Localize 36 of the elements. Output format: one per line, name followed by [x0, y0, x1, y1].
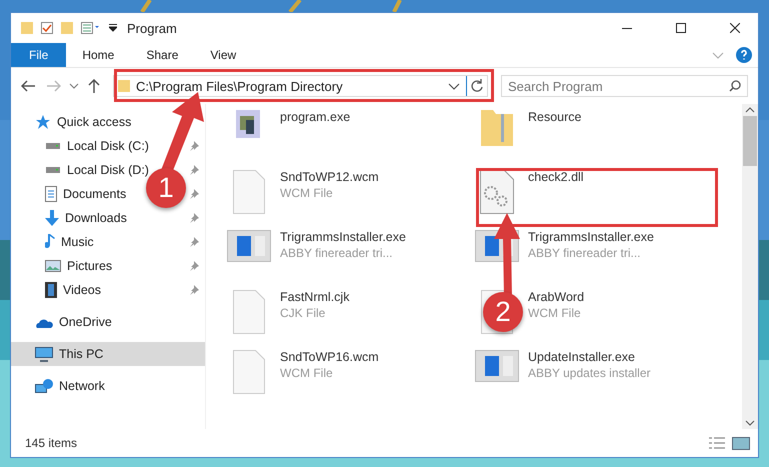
sidebar-item[interactable]: Network — [35, 379, 105, 393]
ribbon-tab[interactable]: View — [194, 43, 252, 67]
file-type: ABBY finereader tri... — [280, 246, 394, 260]
search-field[interactable]: Search Program — [501, 75, 748, 97]
ribbon-tab[interactable]: Home — [66, 43, 130, 67]
sidebar-item[interactable]: Videos — [45, 282, 101, 298]
ribbon-tab[interactable]: File — [11, 43, 66, 67]
sidebar-item[interactable]: Music — [45, 234, 94, 250]
sidebar-item[interactable]: Pictures — [45, 259, 112, 273]
file-name[interactable]: ArabWord — [528, 290, 584, 304]
file-name[interactable]: Resource — [528, 110, 582, 124]
file-name[interactable]: check2.dll — [528, 170, 584, 184]
file-type: WCM File — [528, 306, 582, 320]
sidebar-item[interactable]: Quick access — [35, 114, 132, 130]
file-name[interactable]: UpdateInstaller.exe — [528, 350, 651, 364]
file-type: WCM File — [280, 186, 334, 200]
file-name[interactable]: SndToWP12.wcm — [280, 170, 379, 184]
file-name[interactable]: TrigrammsInstaller.exe — [528, 230, 654, 244]
file-name[interactable]: TrigrammsInstaller.exe — [280, 230, 406, 244]
file-name[interactable]: program.exe — [280, 110, 350, 124]
file-type: ABBY finereader tri... — [528, 246, 642, 260]
ribbon-tab[interactable]: Share — [130, 43, 194, 67]
file-name[interactable]: SndToWP16.wcm — [280, 350, 379, 364]
sidebar-item[interactable]: This PC — [35, 346, 104, 362]
window-title: Program — [127, 20, 178, 36]
file-name[interactable]: FastNrml.cjk — [280, 290, 350, 304]
sidebar-item[interactable]: Local Disk (C:) — [45, 139, 149, 153]
file-type: CJK File — [280, 306, 326, 320]
file-type: WCM File — [280, 366, 334, 380]
address-bar[interactable]: C:\Program Files\Program Directory — [113, 75, 488, 97]
sidebar-item[interactable]: Downloads — [45, 210, 127, 226]
sidebar-item[interactable]: OneDrive — [35, 315, 112, 329]
item-count: 145 items — [25, 436, 78, 450]
sidebar-item[interactable]: Local Disk (D:) — [45, 163, 149, 177]
sidebar-item[interactable]: Documents — [45, 186, 126, 202]
file-type: ABBY updates installer — [528, 366, 651, 380]
